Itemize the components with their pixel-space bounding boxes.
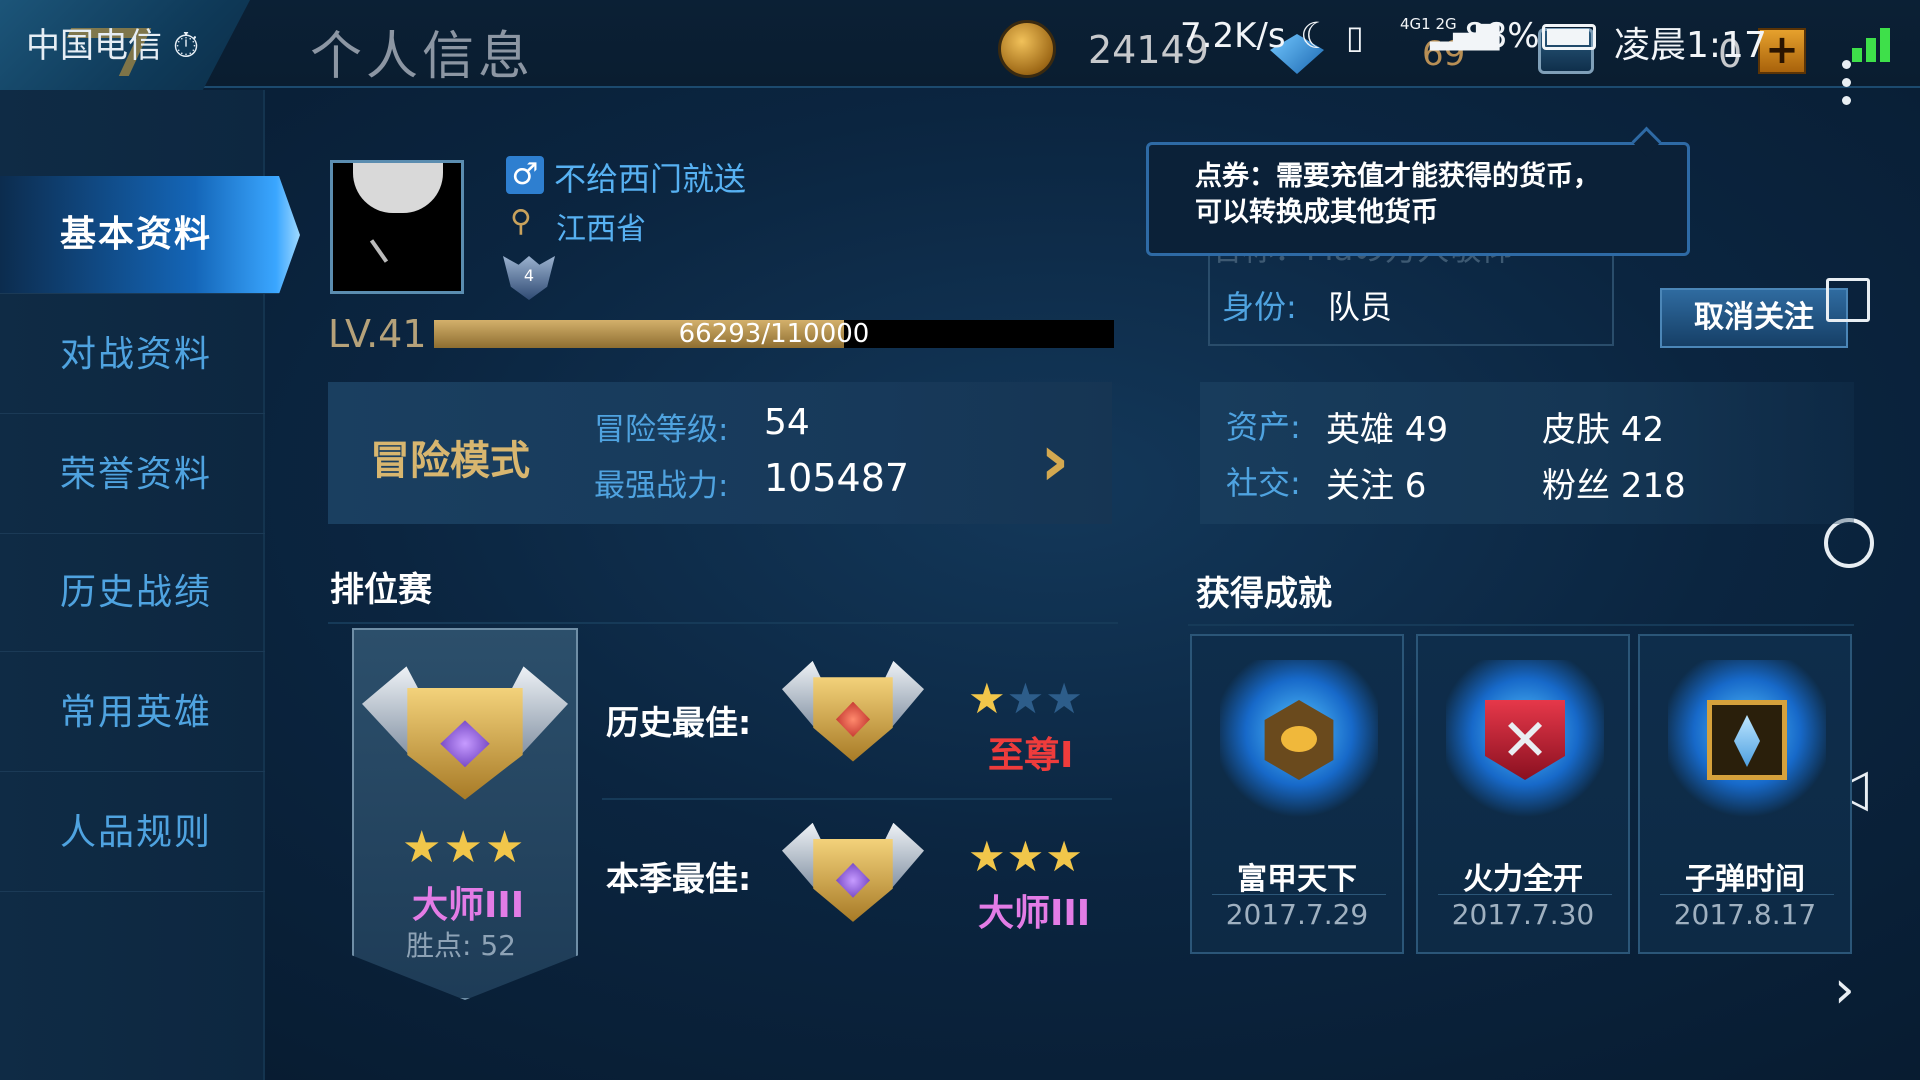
season-rank-crest-icon (782, 812, 924, 946)
identity-value: 队员 (1328, 288, 1393, 326)
adventure-level-label: 冒险等级: (594, 412, 729, 448)
sidebar: 基本资料 对战资料 荣誉资料 历史战绩 常用英雄 人品规则 (0, 90, 300, 1080)
adventure-level-value: 54 (764, 402, 810, 443)
status-time: 凌晨1:17 (1614, 25, 1767, 66)
status-battery-percent: 88% (1464, 16, 1540, 56)
achievement-name: 富甲天下 (1237, 862, 1357, 897)
status-net-speed: 7.2K/s (1180, 16, 1286, 56)
next-nav-icon[interactable]: › (1834, 960, 1855, 1020)
player-name: 不给西门就送 (554, 160, 747, 198)
rank-badge-icon[interactable]: 4 (503, 256, 555, 300)
following-count: 关注 6 (1326, 466, 1427, 506)
assets-label: 资产: (1226, 408, 1301, 446)
battery-icon (1542, 24, 1596, 50)
achievement-date: 2017.8.17 (1673, 898, 1817, 931)
adventure-arrow-icon[interactable]: › (1040, 418, 1070, 502)
xp-progress-text: 66293/110000 (678, 319, 870, 349)
rank-row-divider (602, 798, 1112, 800)
adventure-power-label: 最强战力: (594, 468, 729, 504)
master-rank-crest-icon (362, 652, 568, 832)
male-gender-icon: ♂ (506, 156, 544, 194)
achievement-name: 子弹时间 (1685, 862, 1805, 897)
season-best-label: 本季最佳: (606, 859, 752, 898)
achievement-date: 2017.7.29 (1225, 898, 1369, 931)
avatar[interactable] (330, 160, 464, 294)
hourglass-achievement-icon (1668, 660, 1826, 820)
current-rank-points: 胜点: 52 (406, 929, 516, 962)
adventure-title: 冒险模式 (370, 438, 530, 484)
achievement-name: 火力全开 (1463, 862, 1583, 897)
history-best-stars: ★★★ (968, 674, 1084, 723)
gold-coin-icon (998, 20, 1056, 78)
identity-label: 身份: (1222, 288, 1297, 326)
star-empty-icon: ★★ (1006, 674, 1084, 723)
sidebar-item-honor-info[interactable]: 荣誉资料 (0, 416, 265, 534)
supreme-rank-crest-icon (782, 650, 924, 786)
achievement-card[interactable]: 火力全开 2017.7.30 (1416, 634, 1630, 954)
location-pin-icon: ⚲ (510, 204, 532, 239)
achievement-card[interactable]: 子弹时间 2017.8.17 (1638, 634, 1852, 954)
select-checkbox[interactable] (1826, 278, 1870, 322)
sidebar-item-common-heroes[interactable]: 常用英雄 (0, 654, 265, 772)
season-best-tier: 大师III (978, 893, 1091, 934)
moon-icon: ☾ (1300, 16, 1333, 57)
more-options-icon[interactable] (1842, 60, 1854, 114)
history-best-label: 历史最佳: (606, 703, 752, 742)
crossed-swords-achievement-icon (1446, 660, 1604, 820)
sidebar-item-match-history[interactable]: 历史战绩 (0, 534, 265, 652)
season-best-stars: ★★★ (968, 832, 1084, 881)
skins-count: 皮肤 42 (1542, 410, 1665, 450)
coin-pile-achievement-icon (1220, 660, 1378, 820)
current-rank-stars: ★★★ (402, 822, 527, 873)
sidebar-item-basic-info[interactable]: 基本资料 (0, 176, 300, 294)
voucher-tooltip: 点券：需要充值才能获得的货币， 可以转换成其他货币 (1146, 142, 1690, 256)
history-best-tier: 至尊I (988, 735, 1074, 776)
sidebar-item-credit-rules[interactable]: 人品规则 (0, 774, 265, 892)
signal-bars-icon (1852, 22, 1904, 62)
xp-progress-bar: 66293/110000 (434, 320, 1114, 348)
vibrate-icon: ▯ (1346, 18, 1364, 56)
current-rank-tier: 大师III (412, 885, 525, 926)
heroes-count: 英雄 49 (1326, 410, 1449, 450)
star-filled-icon: ★ (968, 674, 1007, 723)
home-nav-icon[interactable] (1824, 518, 1874, 568)
achievements-divider (1188, 624, 1854, 626)
player-level: LV.41 (328, 312, 427, 356)
tooltip-line-1: 点券：需要充值才能获得的货币， (1195, 161, 1600, 192)
fans-count: 粉丝 218 (1542, 466, 1686, 506)
status-carrier: 中国电信 ⏱ (26, 26, 200, 66)
ranked-divider (328, 622, 1118, 624)
social-label: 社交: (1226, 464, 1301, 502)
ranked-title: 排位赛 (330, 570, 432, 610)
achievement-card[interactable]: 富甲天下 2017.7.29 (1190, 634, 1404, 954)
unfollow-button[interactable]: 取消关注 (1660, 288, 1848, 348)
achievement-date: 2017.7.30 (1451, 898, 1595, 931)
tooltip-line-2: 可以转换成其他货币 (1195, 197, 1438, 228)
page-title: 个人信息 (310, 27, 535, 87)
sidebar-item-battle-info[interactable]: 对战资料 (0, 296, 265, 414)
achievements-title: 获得成就 (1196, 574, 1332, 614)
adventure-power-value: 105487 (764, 456, 910, 500)
player-location: 江西省 (556, 212, 646, 247)
